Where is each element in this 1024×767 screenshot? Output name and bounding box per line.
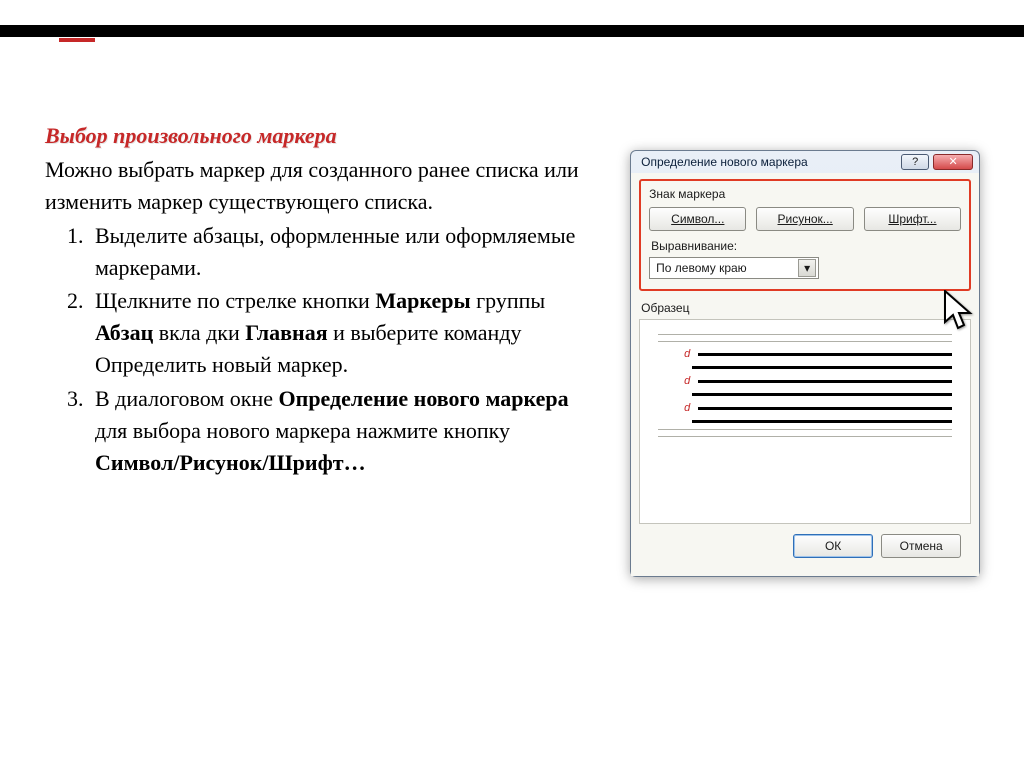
step-2-glavnaya: Главная bbox=[245, 320, 327, 345]
chevron-down-icon[interactable]: ▾ bbox=[798, 259, 816, 277]
preview-box: d d d bbox=[639, 319, 971, 524]
preview-label: Образец bbox=[641, 301, 971, 315]
step-3-c: для выбора нового маркера нажмите кнопку bbox=[95, 418, 510, 443]
preview-bullet-row bbox=[658, 393, 952, 396]
bullet-icon: d bbox=[684, 402, 690, 414]
preview-bullet-row: d bbox=[658, 375, 952, 387]
close-button[interactable]: ✕ bbox=[933, 154, 973, 170]
preview-line bbox=[658, 436, 952, 437]
bullet-icon: d bbox=[684, 348, 690, 360]
steps-list: Выделите абзацы, оформленные или оформля… bbox=[67, 220, 590, 479]
step-2-c: группы bbox=[471, 288, 546, 313]
define-bullet-dialog: Определение нового маркера ? ✕ Знак марк… bbox=[630, 150, 980, 577]
preview-bullet-row: d bbox=[658, 402, 952, 414]
step-2: Щелкните по стрелке кнопки Маркеры групп… bbox=[89, 285, 590, 381]
help-button[interactable]: ? bbox=[901, 154, 929, 170]
step-2-d: вкла дки bbox=[153, 320, 245, 345]
accent-mark bbox=[59, 38, 95, 42]
preview-bullet-row bbox=[658, 366, 952, 369]
marker-sign-fieldset: Знак маркера Символ... Рисунок... Шрифт.… bbox=[639, 179, 971, 291]
dialog-body: Знак маркера Символ... Рисунок... Шрифт.… bbox=[631, 173, 979, 576]
preview-line bbox=[658, 429, 952, 430]
step-2-abzac: Абзац bbox=[95, 320, 153, 345]
bullet-icon: d bbox=[684, 375, 690, 387]
symbol-button[interactable]: Символ... bbox=[649, 207, 746, 231]
step-1-text: Выделите абзацы, оформленные или оформля… bbox=[95, 223, 575, 280]
alignment-value: По левому краю bbox=[656, 261, 747, 275]
alignment-label: Выравнивание: bbox=[651, 239, 961, 253]
divider-top bbox=[0, 25, 1024, 37]
preview-bullet-row bbox=[658, 420, 952, 423]
heading: Выбор произвольного маркера bbox=[45, 120, 590, 152]
step-2-markery: Маркеры bbox=[375, 288, 470, 313]
preview-line bbox=[698, 380, 952, 383]
dialog-column: Определение нового маркера ? ✕ Знак марк… bbox=[630, 150, 984, 577]
preview-bullet-row: d bbox=[658, 348, 952, 360]
dialog-title: Определение нового маркера bbox=[637, 155, 808, 169]
dialog-footer: ОК Отмена bbox=[639, 524, 971, 568]
ok-button[interactable]: ОК bbox=[793, 534, 873, 558]
preview-line bbox=[692, 393, 952, 396]
intro-text: Можно выбрать маркер для созданного ране… bbox=[45, 154, 590, 218]
step-3-definition: Определение нового маркера bbox=[279, 386, 569, 411]
text-column: Выбор произвольного маркера Можно выбрат… bbox=[45, 120, 590, 577]
preview-line bbox=[692, 420, 952, 423]
preview-line bbox=[658, 341, 952, 342]
picture-button[interactable]: Рисунок... bbox=[756, 207, 853, 231]
step-3-a: В диалоговом окне bbox=[95, 386, 279, 411]
marker-sign-label: Знак маркера bbox=[649, 187, 961, 201]
step-3: В диалоговом окне Определение нового мар… bbox=[89, 383, 590, 479]
step-2-a: Щелкните по стрелке кнопки bbox=[95, 288, 375, 313]
preview-line bbox=[698, 353, 952, 356]
window-controls: ? ✕ bbox=[901, 154, 973, 170]
preview-line bbox=[698, 407, 952, 410]
marker-buttons-row: Символ... Рисунок... Шрифт... bbox=[649, 207, 961, 231]
slide-content: Выбор произвольного маркера Можно выбрат… bbox=[45, 120, 984, 577]
alignment-combobox[interactable]: По левому краю ▾ bbox=[649, 257, 819, 279]
cancel-button[interactable]: Отмена bbox=[881, 534, 961, 558]
dialog-titlebar[interactable]: Определение нового маркера ? ✕ bbox=[631, 151, 979, 173]
step-3-buttons: Символ/Рисунок/Шрифт… bbox=[95, 450, 366, 475]
preview-line bbox=[658, 334, 952, 335]
font-button[interactable]: Шрифт... bbox=[864, 207, 961, 231]
preview-line bbox=[692, 366, 952, 369]
cursor-arrow-icon bbox=[942, 290, 978, 337]
step-1: Выделите абзацы, оформленные или оформля… bbox=[89, 220, 590, 284]
